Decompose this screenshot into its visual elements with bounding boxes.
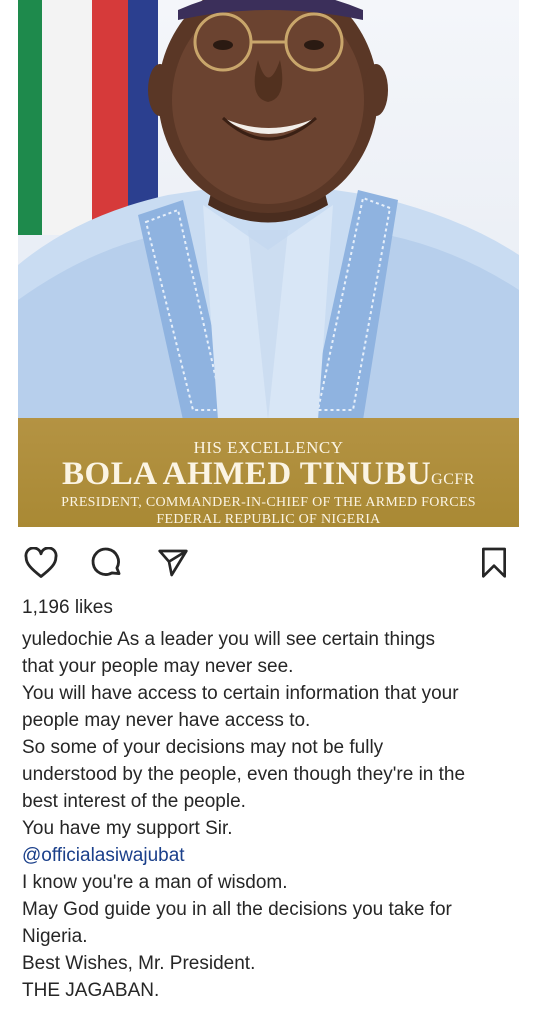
banner-name-text: BOLA AHMED TINUBU xyxy=(62,456,432,492)
caption-username[interactable]: yuledochie xyxy=(22,629,113,650)
caption-line: You have my support Sir. xyxy=(22,818,233,839)
caption-line: yuledochie As a leader you will see cert… xyxy=(22,626,522,653)
banner-country: FEDERAL REPUBLIC OF NIGERIA xyxy=(156,512,381,527)
caption-line: I know you're a man of wisdom. xyxy=(22,872,288,893)
caption-line: best interest of the people. xyxy=(22,791,246,812)
caption-line: You will have access to certain informat… xyxy=(22,683,459,704)
caption-line: that your people may never see. xyxy=(22,656,294,677)
heart-icon[interactable] xyxy=(22,544,60,582)
title-banner: HIS EXCELLENCY BOLA AHMED TINUBUGCFR PRE… xyxy=(18,418,519,527)
post-image[interactable]: HIS EXCELLENCY BOLA AHMED TINUBUGCFR PRE… xyxy=(18,0,519,527)
banner-honorific: HIS EXCELLENCY xyxy=(193,438,344,457)
bookmark-icon[interactable] xyxy=(475,544,513,582)
caption-line: So some of your decisions may not be ful… xyxy=(22,737,384,758)
caption-line: people may never have access to. xyxy=(22,710,311,731)
caption-text: As a leader you will see certain things xyxy=(112,629,435,650)
banner-role: PRESIDENT, COMMANDER-IN-CHIEF OF THE ARM… xyxy=(61,495,476,510)
comment-icon[interactable] xyxy=(88,544,126,582)
portrait-illustration xyxy=(18,0,519,420)
caption-line: Nigeria. xyxy=(22,926,88,947)
post-action-bar xyxy=(0,542,537,586)
caption-line: Best Wishes, Mr. President. xyxy=(22,953,256,974)
caption-line: May God guide you in all the decisions y… xyxy=(22,899,452,920)
caption-mention-link[interactable]: @officialasiwajubat xyxy=(22,842,522,869)
banner-name-suffix: GCFR xyxy=(431,471,475,488)
caption-line: THE JAGABAN. xyxy=(22,980,160,1001)
likes-count[interactable]: 1,196 likes xyxy=(22,597,113,619)
caption-line: understood by the people, even though th… xyxy=(22,764,466,785)
post-caption: yuledochie As a leader you will see cert… xyxy=(22,626,522,1004)
banner-name: BOLA AHMED TINUBUGCFR xyxy=(18,456,519,493)
send-icon[interactable] xyxy=(154,544,192,582)
